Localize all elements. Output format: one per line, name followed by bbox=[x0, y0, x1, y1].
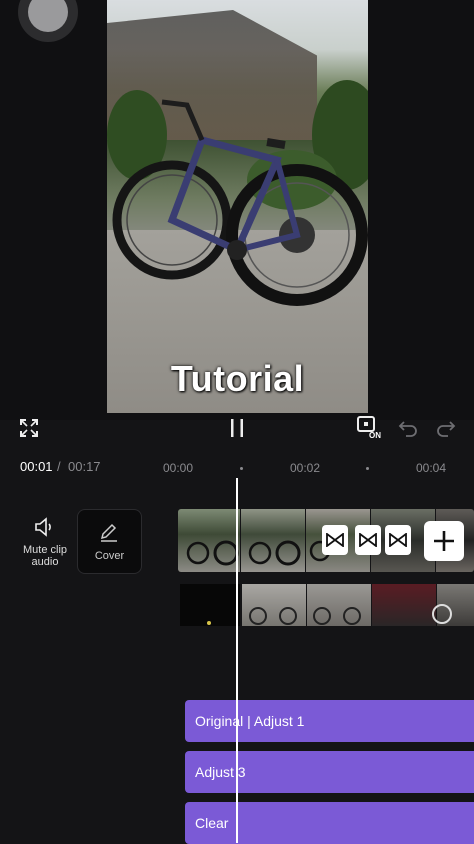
overlay-track[interactable] bbox=[180, 584, 474, 626]
ruler-tick-label: 00:04 bbox=[416, 461, 447, 475]
speaker-icon bbox=[35, 517, 51, 537]
undo-button[interactable] bbox=[398, 418, 418, 438]
time-separator: / bbox=[57, 459, 61, 474]
ruler-tick-label: 00:00 bbox=[163, 461, 194, 475]
transition-button[interactable] bbox=[385, 525, 411, 555]
bowtie-transition-icon bbox=[389, 533, 407, 547]
pause-button[interactable] bbox=[226, 416, 248, 440]
fullscreen-button[interactable] bbox=[18, 417, 40, 439]
record-button-inner bbox=[28, 0, 68, 32]
cover-button[interactable]: Cover bbox=[77, 509, 142, 574]
effect-label: Original | Adjust 1 bbox=[195, 713, 305, 729]
keyframe-button[interactable]: ON bbox=[354, 414, 386, 444]
mute-label-line1: Mute clip bbox=[22, 544, 68, 556]
keyframe-on-badge: ON bbox=[369, 431, 381, 440]
bowtie-transition-icon bbox=[359, 533, 377, 547]
time-ruler: 00:01 / 00:17 00:00 00:02 00:04 bbox=[0, 455, 474, 479]
effect-label: Clear bbox=[195, 815, 229, 831]
total-time: 00:17 bbox=[68, 459, 101, 474]
fullscreen-icon bbox=[20, 419, 38, 437]
effect-label: Adjust 3 bbox=[195, 764, 246, 780]
ruler-tick-label: 00:02 bbox=[290, 461, 321, 475]
pause-icon bbox=[231, 419, 243, 437]
overlay-bike-silhouettes bbox=[249, 604, 452, 625]
mute-label-line2: audio bbox=[31, 556, 59, 568]
add-clip-button[interactable] bbox=[424, 521, 464, 561]
redo-icon bbox=[437, 421, 456, 437]
ruler-tick-dot bbox=[240, 467, 243, 470]
playhead[interactable] bbox=[236, 478, 238, 843]
current-time: 00:01 bbox=[20, 459, 53, 474]
preview-text-overlay[interactable]: Tutorial bbox=[107, 358, 368, 400]
ruler-tick-dot bbox=[366, 467, 369, 470]
plus-icon bbox=[434, 531, 454, 551]
effect-track-clear[interactable]: Clear bbox=[185, 802, 474, 844]
video-preview[interactable]: Tutorial bbox=[107, 0, 368, 413]
bowtie-transition-icon bbox=[326, 533, 344, 547]
redo-button[interactable] bbox=[436, 418, 456, 438]
transition-button[interactable] bbox=[322, 525, 348, 555]
transition-button[interactable] bbox=[355, 525, 381, 555]
cover-label: Cover bbox=[94, 550, 125, 562]
bicycle-image bbox=[112, 99, 368, 306]
mute-clip-audio-button[interactable]: Mute clip audio bbox=[18, 516, 72, 568]
edit-pencil-icon bbox=[100, 523, 117, 542]
undo-icon bbox=[398, 421, 417, 437]
effect-track-original-adjust-1[interactable]: Original | Adjust 1 bbox=[185, 700, 474, 742]
effect-track-adjust-3[interactable]: Adjust 3 bbox=[185, 751, 474, 793]
